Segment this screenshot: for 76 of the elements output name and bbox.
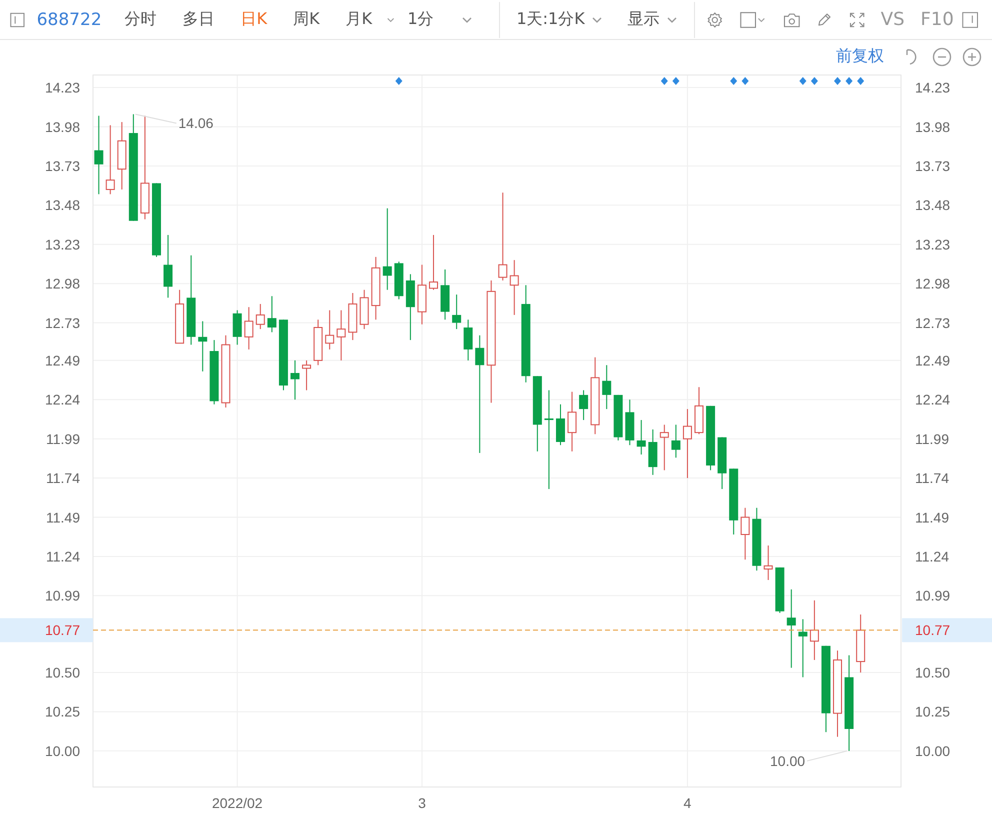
axis-label: 10.99: [915, 588, 950, 604]
leader-line: [806, 750, 848, 762]
axis-label: 10.50: [915, 664, 950, 681]
zoom-in-icon[interactable]: [962, 46, 982, 66]
candlestick: [798, 618, 808, 678]
zoom-out-icon[interactable]: [932, 46, 952, 66]
axis-label: 3: [418, 795, 426, 811]
axis-label: 11.74: [915, 470, 949, 486]
axis-label: 10.25: [915, 704, 950, 720]
axis-label: 4: [684, 795, 692, 811]
axis-label: 12.98: [915, 276, 950, 292]
period-tab[interactable]: 多日: [174, 9, 224, 30]
axis-label: 13.23: [915, 236, 950, 252]
event-marker[interactable]: [672, 77, 680, 85]
candlestick: [729, 468, 738, 535]
event-marker[interactable]: [857, 77, 864, 85]
dropdown-button[interactable]: 1分: [398, 9, 481, 30]
axis-label: 12.73: [915, 314, 950, 331]
event-marker[interactable]: [742, 77, 749, 85]
price-label: 14.06: [178, 115, 214, 132]
dropdown-button[interactable]: 1天:1分K: [507, 9, 611, 30]
caret-icon: [462, 16, 472, 24]
axis-label: 11.24: [46, 548, 80, 564]
leader-line: [134, 114, 177, 124]
candlestick: [394, 261, 404, 300]
event-marker[interactable]: [846, 77, 853, 85]
axis-label: 13.73: [44, 158, 80, 174]
period-tab[interactable]: 周K: [284, 9, 329, 30]
axis-label: 12.24: [44, 392, 80, 408]
event-marker[interactable]: [395, 77, 402, 85]
axis-label: 10.00: [44, 742, 80, 759]
axis-label: 11.49: [46, 509, 80, 526]
axis-label: 10.25: [44, 704, 80, 720]
current-price-label: 10.77: [915, 622, 950, 638]
candlestick: [856, 614, 866, 674]
axis-label: 12.49: [915, 352, 950, 368]
stock-code[interactable]: 688722: [36, 10, 102, 30]
price-label: 10.00: [770, 752, 806, 769]
candlestick: [810, 600, 819, 660]
current-price-label: 10.77: [44, 622, 80, 638]
caret-icon[interactable]: [387, 16, 395, 24]
event-marker[interactable]: [834, 77, 842, 85]
axis-label: 14.23: [44, 80, 80, 96]
axis-label: 13.48: [915, 197, 950, 214]
axis-label: 2022/02: [212, 795, 263, 811]
caret-icon: [666, 16, 677, 24]
event-marker[interactable]: [799, 77, 806, 85]
period-tab[interactable]: 分时: [116, 9, 166, 30]
axis-label: 12.24: [915, 392, 950, 408]
axis-label: 14.23: [915, 80, 950, 96]
event-marker[interactable]: [810, 77, 818, 85]
candlestick: [671, 424, 680, 458]
axis-label: 13.73: [915, 158, 950, 174]
event-marker[interactable]: [730, 77, 738, 85]
candlestick: [740, 507, 750, 560]
adjustment-button[interactable]: 前复权: [836, 46, 884, 67]
axis-label: 12.49: [44, 352, 80, 368]
axis-label: 13.23: [44, 236, 80, 252]
event-marker[interactable]: [660, 77, 668, 85]
axis-label: 11.49: [915, 509, 949, 526]
axis-label: 10.50: [44, 664, 80, 681]
axis-label: 13.98: [44, 118, 80, 135]
axis-label: 12.98: [44, 276, 80, 292]
caret-icon: [592, 16, 602, 24]
axis-label: 12.73: [44, 314, 80, 331]
axis-label: 13.98: [915, 118, 950, 135]
axis-label: 13.48: [44, 197, 80, 214]
axis-label: 11.99: [915, 430, 949, 447]
candlestick: [660, 424, 669, 471]
axis-label: 11.24: [915, 548, 949, 564]
axis-label: 10.00: [915, 742, 950, 759]
axis-label: 11.99: [46, 430, 80, 447]
axis-label: 10.99: [44, 588, 80, 604]
period-tab[interactable]: 月K: [336, 9, 382, 30]
axis-label: 11.74: [46, 470, 80, 486]
dropdown-button[interactable]: 显示: [618, 9, 686, 30]
